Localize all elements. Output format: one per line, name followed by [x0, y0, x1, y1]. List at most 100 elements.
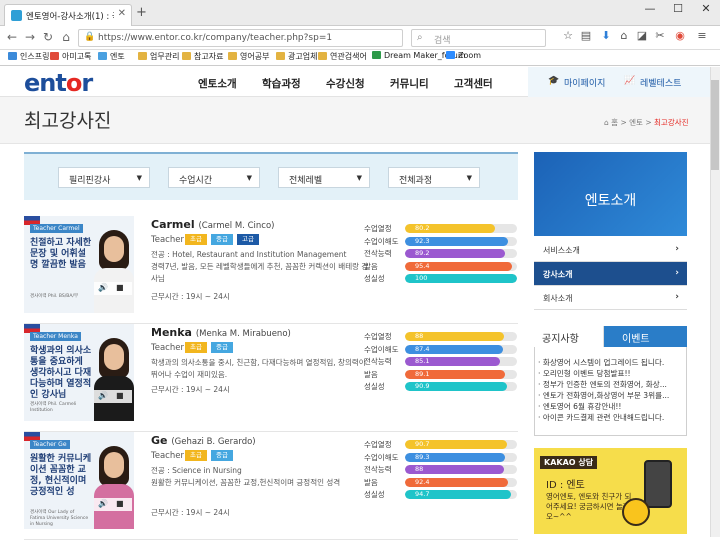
nav-courses[interactable]: 학습과정	[262, 76, 301, 91]
maximize-icon[interactable]: ☐	[664, 2, 692, 15]
teacher-desc: 학생과의 의사소통을 중시, 친근함, 다재다능하며 열정적임, 창의력이 뛰어…	[151, 357, 371, 381]
video-icon[interactable]: ■	[116, 391, 124, 400]
bookmark-2[interactable]: 엔토	[98, 51, 125, 62]
teacher-first-name[interactable]: Ge	[151, 434, 168, 447]
bookmark-3[interactable]: 업무관리	[138, 51, 179, 62]
score-value: 90.9	[415, 382, 430, 390]
photo-tag: Teacher Carmel	[30, 224, 83, 233]
level-badge: 초급	[185, 342, 207, 353]
sidebar-item-company[interactable]: 회사소개 ›	[534, 286, 687, 310]
filter-value: 전체과정	[399, 176, 433, 186]
reading-list-icon[interactable]: ▤	[578, 29, 594, 42]
score-bar: 89.2	[405, 249, 517, 258]
star-icon[interactable]: ☆	[560, 29, 576, 42]
bookmark-5[interactable]: 영어공부	[228, 51, 269, 62]
notice-list: · 화상영어 시스템이 업그레이드 됩니다. · 오리민형 이벤트 당첨발표!!…	[538, 357, 685, 423]
teacher-hours: 근무시간 : 19시 ~ 24시	[151, 292, 230, 301]
minimize-icon[interactable]: —	[636, 2, 664, 15]
addon-icon[interactable]: ◉	[672, 29, 688, 42]
teacher-first-name[interactable]: Menka	[151, 326, 192, 339]
bookmark-0[interactable]: 인스프링	[8, 51, 49, 62]
nav-support[interactable]: 고객센터	[454, 76, 493, 91]
audio-icon[interactable]: 🔊	[98, 499, 108, 508]
mypage-link[interactable]: 마이페이지	[564, 76, 605, 89]
new-tab-icon[interactable]: +	[136, 5, 147, 20]
forward-icon[interactable]: →	[22, 30, 38, 44]
bookmark-6[interactable]: 광고업체	[276, 51, 317, 62]
browser-tab-title: 엔토영어-강사소개(1) : 국...	[26, 12, 114, 22]
score-fill: 89.3	[405, 452, 506, 462]
screenshot-icon[interactable]: ✂	[652, 29, 668, 42]
menu-icon[interactable]: ≡	[694, 29, 710, 42]
notice-item[interactable]: · 아이콘 카드결제 관련 안내해드립니다.	[538, 412, 685, 423]
filter-time-select[interactable]: 수업시간 ▼	[168, 167, 260, 188]
nav-community[interactable]: 커뮤니티	[390, 76, 429, 91]
bookmark-label: 참고자료	[194, 52, 224, 61]
sidebar-item-service[interactable]: 서비스소개 ›	[534, 238, 687, 262]
teacher-photo[interactable]: Teacher Ge 원활한 커뮤니케이션 꼼꼼한 교정, 현신적이며 긍정적인…	[24, 432, 134, 529]
teacher-photo[interactable]: Teacher Menka 학생과의 의사소통을 중요하게 생각하시고 다재다능…	[24, 324, 134, 421]
leveltest-link[interactable]: 레벨테스트	[640, 76, 681, 89]
video-icon[interactable]: ■	[116, 283, 124, 292]
nav-about[interactable]: 엔토소개	[198, 76, 237, 91]
crumb-home[interactable]: 홈	[611, 118, 618, 127]
photo-slogan: 원활한 커뮤니케이션 꼼꼼한 교정, 현신적이며 긍정적인 성	[30, 454, 92, 497]
pocket-icon[interactable]: ◪	[634, 29, 650, 42]
reload-icon[interactable]: ↻	[40, 30, 56, 44]
home-toolbar-icon[interactable]: ⌂	[616, 29, 632, 42]
score-value: 87.4	[415, 344, 430, 353]
close-window-icon[interactable]: ✕	[692, 2, 720, 15]
video-icon[interactable]: ■	[116, 499, 124, 508]
nav-enroll[interactable]: 수강신청	[326, 76, 365, 91]
crumb-entor[interactable]: 엔토	[629, 118, 643, 127]
kakao-consult-banner[interactable]: KAKAO 상담 ID : 엔토 영어엔토, 엔토와 친구가 되어주세요! 궁금…	[534, 448, 687, 534]
download-icon[interactable]: ⬇	[598, 29, 614, 42]
search-input[interactable]: ⌕ 검색	[411, 29, 546, 47]
score-fill: 90.7	[405, 440, 507, 449]
folder-icon	[318, 52, 327, 60]
browser-tab[interactable]: 엔토영어-강사소개(1) : 국... ✕	[4, 4, 132, 26]
notice-item[interactable]: · 정부가 인증한 엔토의 전화영어, 화상...	[538, 379, 685, 390]
audio-icon[interactable]: 🔊	[98, 391, 108, 400]
bookmark-9[interactable]: Zoom	[446, 51, 481, 60]
filter-course-select[interactable]: 전체과정 ▼	[388, 167, 480, 188]
score-bar: 88	[405, 332, 517, 341]
audio-icon[interactable]: 🔊	[98, 283, 108, 292]
score-fill: 89.1	[405, 369, 505, 379]
notice-item[interactable]: · 엔토가 전화영어,화상영어 부문 3위를...	[538, 390, 685, 401]
bookmark-1[interactable]: 아미고톡	[50, 51, 91, 62]
teacher-first-name[interactable]: Carmel	[151, 218, 195, 231]
crumb-current: 최고강사진	[654, 118, 689, 127]
score-fill: 90.9	[405, 382, 507, 391]
score-label: 발음	[364, 477, 378, 487]
score-label: 성실성	[364, 490, 385, 499]
notice-item[interactable]: · 화상영어 시스템이 업그레이드 됩니다.	[538, 357, 685, 368]
folder-icon	[276, 52, 285, 60]
score-bar: 89.1	[405, 369, 517, 379]
score-fill: 80.2	[405, 224, 495, 233]
teacher-photo[interactable]: Teacher Carmel 친절하고 자세한 문장 및 어휘설명 깔끔한 발음…	[24, 216, 134, 313]
address-bar[interactable]: 🔒 https://www.entor.co.kr/company/teache…	[78, 29, 403, 47]
bookmark-4[interactable]: 참고자료	[182, 51, 223, 62]
chevron-right-icon: ›	[675, 244, 679, 254]
filter-level-select[interactable]: 전체레벨 ▼	[278, 167, 370, 188]
teacher-hours: 근무시간 : 19시 ~ 24시	[151, 508, 230, 517]
filter-value: 수업시간	[179, 176, 213, 186]
bookmark-7[interactable]: 연관검색어	[318, 51, 367, 62]
tab-event[interactable]: 이벤트	[604, 326, 687, 347]
notice-item[interactable]: · 오리민형 이벤트 당첨발표!!	[538, 368, 685, 379]
back-icon[interactable]: ←	[4, 30, 20, 44]
close-tab-icon[interactable]: ✕	[118, 8, 126, 19]
tab-notice[interactable]: 공지사항	[534, 326, 604, 347]
teacher-name: Menka (Menka M. Mirabueno)	[151, 326, 291, 339]
entor-logo[interactable]: entor	[24, 69, 93, 97]
notice-item[interactable]: · 엔토영어 6월 휴강안내!!	[538, 401, 685, 412]
score-label: 성실성	[364, 274, 385, 283]
sidebar-item-label: 강사소개	[543, 270, 573, 279]
search-placeholder: 검색	[434, 36, 451, 46]
home-icon[interactable]: ⌂	[58, 30, 74, 44]
sidebar-item-teachers[interactable]: 강사소개 ›	[534, 262, 687, 286]
score-fill: 92.4	[405, 477, 509, 487]
filter-nationality-select[interactable]: 필리핀강사 ▼	[58, 167, 150, 188]
scrollbar-thumb[interactable]	[711, 80, 719, 170]
